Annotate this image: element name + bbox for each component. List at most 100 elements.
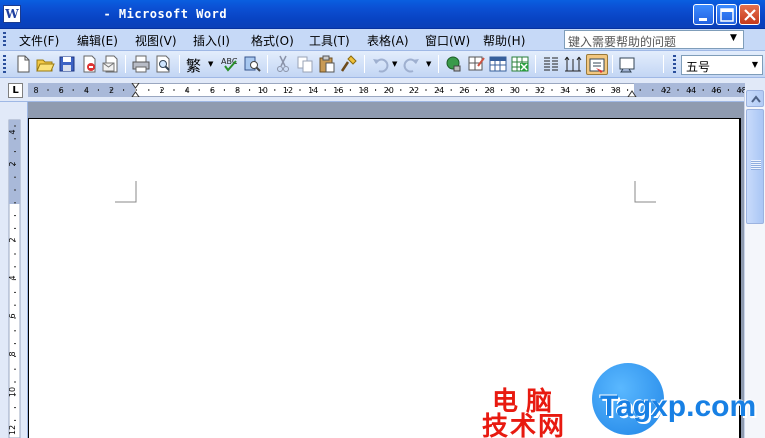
tables-borders-icon[interactable] xyxy=(466,54,486,74)
format-painter-icon[interactable] xyxy=(339,54,359,74)
scroll-grip xyxy=(751,160,761,170)
close-button[interactable] xyxy=(739,4,760,25)
ruler-number: 2 xyxy=(109,86,114,95)
email-icon[interactable] xyxy=(101,54,121,74)
paste-icon[interactable] xyxy=(317,54,337,74)
new-icon[interactable] xyxy=(13,54,33,74)
margin-corner-mark xyxy=(634,181,656,203)
ruler-ticks: 8 6 4 2 2 4 6 8 10 12 14 16 18 20 22 24 26 28 30 32 34 36 38 42… xyxy=(28,83,745,97)
chevron-down-icon[interactable]: ▼ xyxy=(208,60,213,68)
maximize-icon xyxy=(720,8,734,22)
permission-icon[interactable] xyxy=(79,54,99,74)
hyperlink-icon[interactable] xyxy=(444,54,464,74)
ruler-number: 36 xyxy=(585,86,595,95)
toolbar-grip[interactable] xyxy=(3,55,6,73)
chevron-up-icon xyxy=(751,95,761,103)
scroll-thumb[interactable] xyxy=(746,109,764,224)
window-title: - Microsoft Word xyxy=(88,7,228,21)
save-icon[interactable] xyxy=(57,54,77,74)
word-document-icon[interactable]: W xyxy=(3,5,21,23)
watermark-site: Tagxp.com xyxy=(600,390,757,423)
menu-file[interactable]: 文件(F) xyxy=(19,32,59,49)
spelling-icon[interactable]: ABC xyxy=(220,54,240,74)
research-icon[interactable] xyxy=(242,54,262,74)
ruler-number: 8 xyxy=(33,86,38,95)
reading-mode-icon[interactable] xyxy=(617,54,637,74)
copy-icon[interactable] xyxy=(295,54,315,74)
ruler-number: 42 xyxy=(661,86,671,95)
chevron-down-icon[interactable]: ▼ xyxy=(426,60,431,68)
ruler-number: 28 xyxy=(485,86,495,95)
help-question-input[interactable]: 键入需要帮助的问题 xyxy=(564,30,744,49)
ruler-number: 44 xyxy=(686,86,696,95)
open-icon[interactable] xyxy=(35,54,55,74)
standard-toolbar: 繁 ▼ ABC ▼ ▼ 五号 ▼ xyxy=(0,51,765,78)
toolbar-separator xyxy=(663,55,664,73)
ruler-number: 4 xyxy=(185,86,190,95)
document-map-icon[interactable] xyxy=(586,54,608,75)
minimize-icon xyxy=(699,18,707,21)
toolbar-separator xyxy=(612,55,613,73)
watermark-text-line2: 技术网 xyxy=(482,412,567,438)
columns-icon[interactable] xyxy=(541,54,561,74)
minimize-button[interactable] xyxy=(693,4,714,25)
ruler-number: 32 xyxy=(535,86,545,95)
ruler-number: 4 xyxy=(8,129,17,134)
maximize-button[interactable] xyxy=(716,4,737,25)
ruler-number: 38 xyxy=(611,86,621,95)
title-bar: W - Microsoft Word xyxy=(0,0,765,29)
ruler-number: 16 xyxy=(333,86,343,95)
menu-table[interactable]: 表格(A) xyxy=(367,32,409,49)
ruler-number: 2 xyxy=(159,86,164,95)
help-dropdown-icon[interactable]: ▼ xyxy=(730,33,737,43)
menu-view[interactable]: 视图(V) xyxy=(135,32,177,49)
cut-icon[interactable] xyxy=(273,54,293,74)
print-icon[interactable] xyxy=(131,54,151,74)
ruler-number: 22 xyxy=(409,86,419,95)
ruler-number: 10 xyxy=(8,387,17,397)
menu-tools[interactable]: 工具(T) xyxy=(309,32,350,49)
menu-grip[interactable] xyxy=(3,32,6,48)
ruler-number: 26 xyxy=(459,86,469,95)
menu-insert[interactable]: 插入(I) xyxy=(193,32,230,49)
chevron-down-icon[interactable]: ▼ xyxy=(392,60,397,68)
font-size-value: 五号 xyxy=(686,60,711,74)
ruler-number: 46 xyxy=(711,86,721,95)
ruler-number: 30 xyxy=(510,86,520,95)
ruler-number: 8 xyxy=(8,351,17,356)
chevron-down-icon[interactable]: ▼ xyxy=(752,60,758,69)
menu-edit[interactable]: 编辑(E) xyxy=(77,32,118,49)
tab-selector[interactable]: L xyxy=(8,83,23,98)
ruler-number: 12 xyxy=(283,86,293,95)
insert-excel-icon[interactable] xyxy=(510,54,530,74)
ruler-number: 14 xyxy=(308,86,318,95)
close-icon xyxy=(744,9,756,21)
toolbar-separator xyxy=(535,55,536,73)
ruler-number: 10 xyxy=(258,86,268,95)
menu-window[interactable]: 窗口(W) xyxy=(425,32,470,49)
ruler-number: 8 xyxy=(235,86,240,95)
traditional-chinese-icon[interactable]: 繁 xyxy=(186,55,201,76)
ruler-number: 24 xyxy=(434,86,444,95)
print-preview-icon[interactable] xyxy=(153,54,173,74)
drawing-icon[interactable] xyxy=(563,54,583,74)
ruler-number: 2 xyxy=(8,237,17,242)
redo-icon[interactable] xyxy=(402,54,422,74)
ruler-number: 6 xyxy=(210,86,215,95)
scroll-up-button[interactable] xyxy=(746,90,764,107)
ruler-number: 18 xyxy=(359,86,369,95)
undo-icon[interactable] xyxy=(370,54,390,74)
font-size-select[interactable]: 五号 ▼ xyxy=(681,55,763,75)
vertical-scrollbar[interactable] xyxy=(744,90,765,438)
menu-help[interactable]: 帮助(H) xyxy=(483,32,525,49)
vertical-ruler[interactable]: 4 2 2 4 6 8 10 12 xyxy=(0,102,28,438)
horizontal-ruler[interactable]: L 8 6 4 2 2 4 6 8 10 12 14 16 18 20 22 24 26 28 30 32 34 36 38… xyxy=(0,78,765,102)
menu-format[interactable]: 格式(O) xyxy=(251,32,294,49)
toolbar-separator xyxy=(267,55,268,73)
insert-table-icon[interactable] xyxy=(488,54,508,74)
margin-corner-mark xyxy=(115,181,137,203)
toolbar-separator xyxy=(179,55,180,73)
toolbar-separator xyxy=(364,55,365,73)
toolbar-grip[interactable] xyxy=(673,55,676,73)
ruler-number: 4 xyxy=(84,86,89,95)
